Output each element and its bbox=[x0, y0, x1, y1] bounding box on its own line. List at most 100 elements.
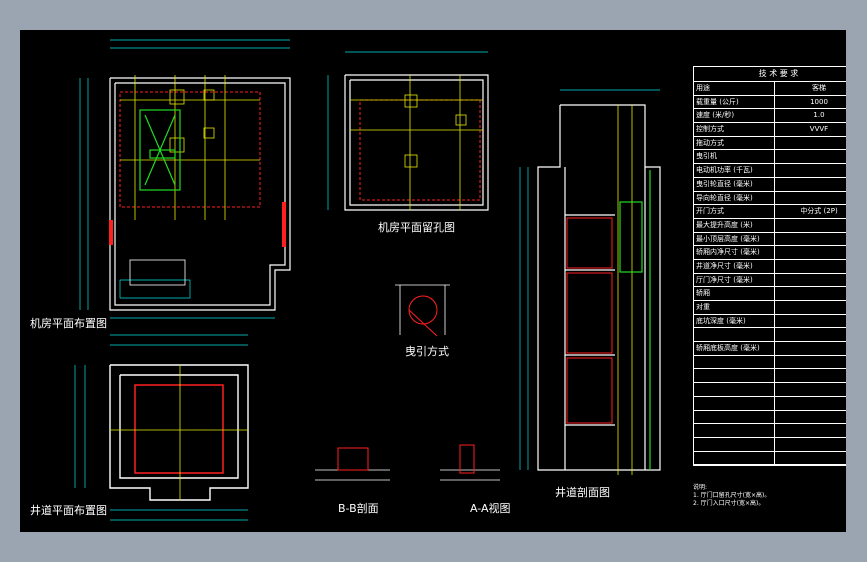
spec-key: 井道净尺寸 (毫米) bbox=[694, 259, 775, 273]
spec-key bbox=[694, 424, 775, 437]
spec-row: 用途 客梯 bbox=[694, 82, 846, 96]
spec-table: 技 术 要 求 用途 客梯载重量 (公斤) 1000 速度 (米/秒) 1.0 控制方式 V… bbox=[693, 66, 846, 467]
view-a-title: A-A视图 bbox=[470, 502, 511, 515]
spec-key: 曳引机 bbox=[694, 150, 775, 164]
spec-key: 曳引轮直径 (毫米) bbox=[694, 177, 775, 191]
section-details bbox=[315, 469, 500, 481]
spec-value: 客梯 bbox=[812, 84, 826, 92]
holes-yellow bbox=[350, 75, 483, 210]
spec-key: 最小顶层高度 (毫米) bbox=[694, 232, 775, 246]
spec-row: 拖动方式 bbox=[694, 136, 846, 151]
hoistway-section-dims bbox=[519, 89, 660, 470]
spec-row: 控制方式 VVVF bbox=[694, 123, 846, 137]
spec-key: 轿厢 bbox=[694, 287, 775, 300]
spec-value bbox=[775, 452, 846, 465]
hoistway-plan-dims bbox=[74, 334, 248, 521]
spec-value bbox=[775, 424, 846, 437]
spec-row bbox=[694, 451, 846, 466]
spec-row: 曳引轮直径 (毫米) bbox=[694, 177, 846, 192]
machine-room-yellow bbox=[120, 75, 260, 220]
spec-key bbox=[694, 451, 775, 465]
spec-value bbox=[775, 219, 846, 232]
spec-row: 载重量 (公斤) 1000 bbox=[694, 95, 846, 110]
traction-title: 曳引方式 bbox=[405, 345, 449, 358]
spec-value bbox=[775, 260, 846, 273]
traction-red bbox=[408, 295, 438, 337]
cad-drawing-canvas: 机房平面布置图 机房平面留孔图 曳引方式 井道平面布置图 B-B剖面 A-A视图… bbox=[20, 30, 846, 532]
spec-value bbox=[775, 397, 846, 410]
spec-key bbox=[694, 355, 775, 369]
spec-key: 厅门净尺寸 (毫米) bbox=[694, 273, 775, 287]
machine-room-plan bbox=[109, 77, 291, 311]
note-2: 2. 厅门入口尺寸(宽×高)。 bbox=[693, 500, 765, 507]
spec-value bbox=[775, 274, 846, 287]
spec-row: 井道净尺寸 (毫米) bbox=[694, 259, 846, 274]
spec-row: 底坑深度 (毫米) bbox=[694, 314, 846, 329]
spec-row bbox=[694, 355, 846, 370]
spec-key: 控制方式 bbox=[694, 123, 775, 136]
hoistway-section-yellow bbox=[617, 105, 633, 475]
spec-key: 拖动方式 bbox=[694, 136, 775, 150]
machine-room-holes-title: 机房平面留孔图 bbox=[378, 221, 455, 234]
spec-value bbox=[775, 315, 846, 328]
spec-table-title: 技 术 要 求 bbox=[694, 67, 846, 82]
spec-value bbox=[775, 233, 846, 246]
spec-key bbox=[694, 383, 775, 396]
spec-key: 导向轮直径 (毫米) bbox=[694, 191, 775, 205]
spec-row: 电动机功率 (千瓦) bbox=[694, 164, 846, 178]
spec-row: 导向轮直径 (毫米) bbox=[694, 191, 846, 206]
spec-value bbox=[775, 150, 846, 163]
spec-key: 用途 bbox=[694, 82, 775, 95]
spec-row bbox=[694, 369, 846, 384]
spec-key: 轿厢底板高度 (毫米) bbox=[694, 342, 775, 355]
spec-key: 开门方式 bbox=[694, 205, 775, 218]
spec-value bbox=[775, 192, 846, 205]
machine-room-plan-title: 机房平面布置图 bbox=[30, 317, 107, 330]
spec-key: 最大提升高度 (米) bbox=[694, 218, 775, 232]
spec-value bbox=[775, 137, 846, 150]
spec-value bbox=[775, 342, 846, 355]
spec-key bbox=[694, 396, 775, 410]
spec-value bbox=[775, 328, 846, 341]
spec-key: 轿厢内净尺寸 (毫米) bbox=[694, 246, 775, 259]
spec-row: 曳引机 bbox=[694, 150, 846, 165]
spec-row bbox=[694, 424, 846, 438]
spec-row: 厅门净尺寸 (毫米) bbox=[694, 273, 846, 288]
spec-row: 速度 (米/秒) 1.0 bbox=[694, 109, 846, 124]
hoistway-section-title: 井道剖面图 bbox=[555, 486, 610, 499]
section-b-title: B-B剖面 bbox=[338, 502, 379, 515]
spec-value bbox=[775, 178, 846, 191]
spec-value: 1000 bbox=[810, 97, 828, 106]
spec-row: 开门方式 中分式 (2P) bbox=[694, 205, 846, 219]
spec-value bbox=[775, 287, 846, 300]
spec-key bbox=[694, 328, 775, 342]
spec-row: 轿厢内净尺寸 (毫米) bbox=[694, 246, 846, 260]
spec-value: 中分式 (2P) bbox=[800, 207, 838, 216]
spec-key: 对重 bbox=[694, 301, 775, 314]
spec-row bbox=[694, 410, 846, 425]
spec-row bbox=[694, 383, 846, 397]
spec-row: 轿厢 bbox=[694, 287, 846, 301]
hoistway-section-walls bbox=[537, 104, 661, 471]
spec-row bbox=[694, 328, 846, 343]
spec-row bbox=[694, 437, 846, 452]
control-cabinet bbox=[129, 259, 186, 286]
spec-value bbox=[775, 369, 846, 382]
machine-room-doors bbox=[109, 202, 286, 247]
spec-value bbox=[775, 411, 846, 424]
section-red bbox=[337, 444, 475, 474]
spec-row: 最大提升高度 (米) bbox=[694, 218, 846, 233]
spec-value bbox=[775, 356, 846, 369]
spec-value bbox=[775, 438, 846, 451]
traction-machine bbox=[139, 109, 181, 191]
spec-key: 电动机功率 (千瓦) bbox=[694, 164, 775, 177]
spec-key: 底坑深度 (毫米) bbox=[694, 314, 775, 328]
hoistway-plan-title: 井道平面布置图 bbox=[30, 504, 107, 517]
spec-table-rows: 用途 客梯 载重量 (公斤) 1000 速度 (米/秒) 1.0 控制方式 VVVF 拖动方式曳… bbox=[694, 82, 846, 466]
spec-value bbox=[775, 383, 846, 396]
spec-key: 载重量 (公斤) bbox=[694, 95, 775, 109]
spec-row: 最小顶层高度 (毫米) bbox=[694, 232, 846, 247]
holes-dims bbox=[327, 51, 488, 210]
hoistway-section-red bbox=[566, 217, 613, 424]
spec-value: VVVF bbox=[809, 125, 829, 134]
